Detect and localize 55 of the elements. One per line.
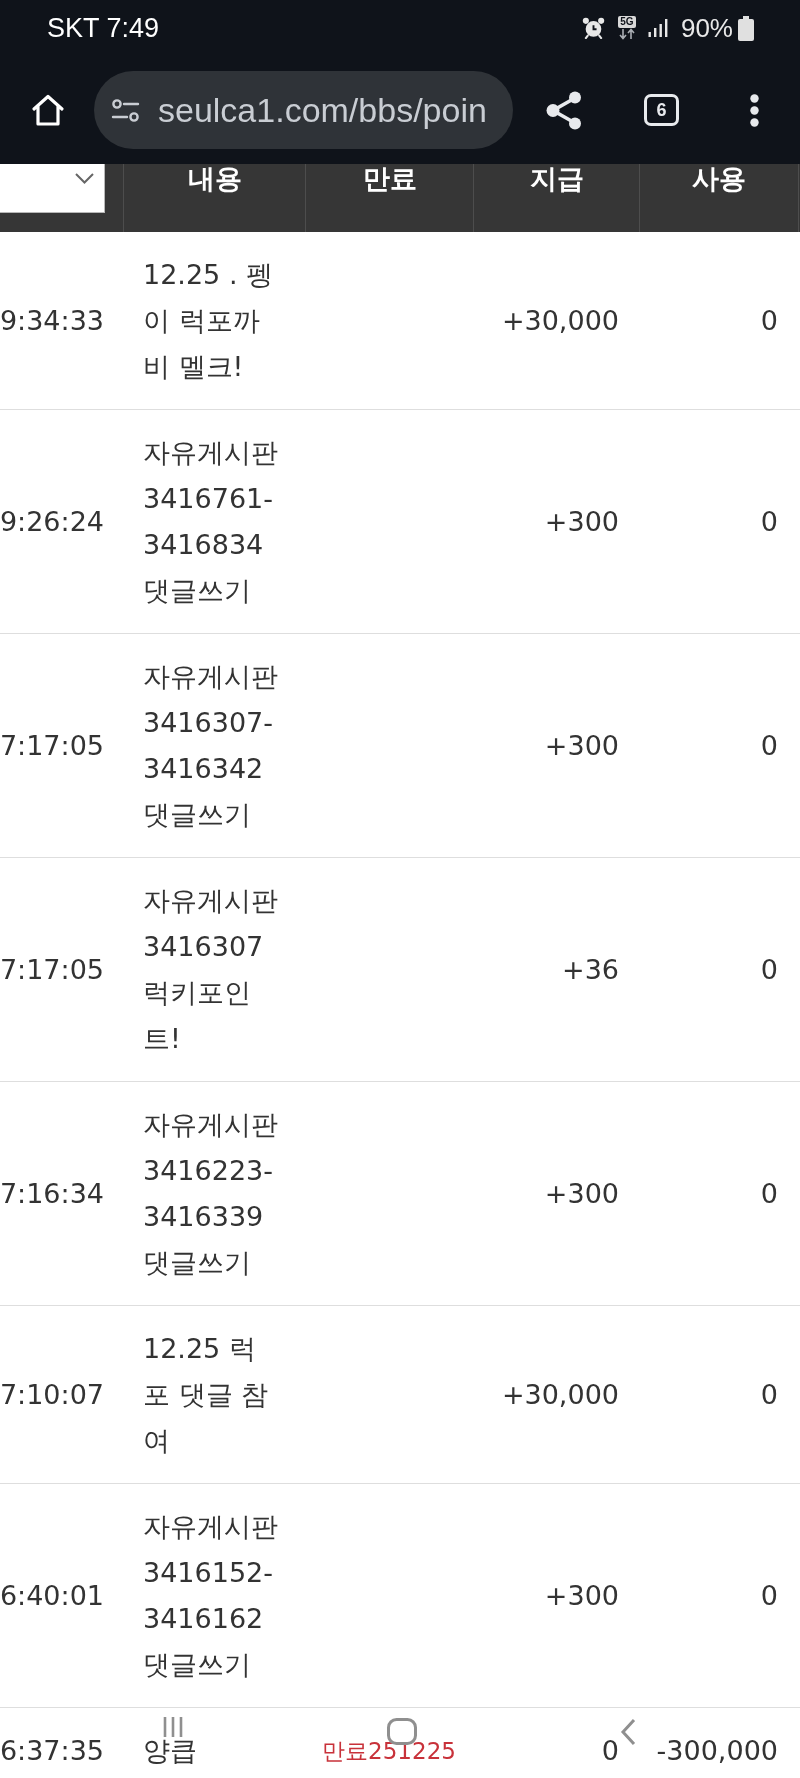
signal-strength-icon xyxy=(647,19,668,37)
expiry-cell: 만료251225 xyxy=(322,1736,456,1765)
earned-cell-text: +300 xyxy=(544,1578,619,1613)
clock-time: 7:49 xyxy=(106,12,160,44)
earned-cell-text: +36 xyxy=(562,952,619,987)
recent-apps-icon[interactable] xyxy=(163,1716,183,1738)
column-header: 사용 xyxy=(692,164,746,196)
time-cell-text: 9:34:33 xyxy=(0,303,104,338)
time-cell-text: 9:26:24 xyxy=(0,504,104,539)
column-header: 내용 xyxy=(187,164,242,196)
alarm-clock-icon xyxy=(581,17,605,39)
earned-cell-text: +300 xyxy=(544,504,619,539)
content-cell-text: 자유게시판 3416307-3416342 댓글쓰기 xyxy=(143,660,279,832)
content-cell-text: 자유게시판 3416223-3416339 댓글쓰기 xyxy=(143,1108,279,1280)
earned-cell-text: +30,000 xyxy=(501,1377,619,1412)
used-cell-text: -300,000 xyxy=(656,1733,778,1768)
time-cell-text: 7:17:05 xyxy=(0,952,104,987)
content-cell-text: 자유게시판 3416152-3416162 댓글쓰기 xyxy=(143,1510,279,1682)
time-cell-text: 7:10:07 xyxy=(0,1377,104,1412)
content-cell-text: 12.25 럭포 댓글 참여 xyxy=(143,1332,270,1458)
battery-icon xyxy=(738,15,754,41)
share-icon[interactable] xyxy=(546,90,582,130)
address-bar[interactable]: seulca1.com/bbs/poin xyxy=(94,71,513,149)
earned-cell-text: +300 xyxy=(544,728,619,763)
home-icon[interactable] xyxy=(31,93,65,127)
time-cell-text: 7:16:34 xyxy=(0,1176,104,1211)
column-header: 만료 xyxy=(362,164,417,196)
time-cell-text: 7:17:05 xyxy=(0,728,104,763)
sliders-icon[interactable] xyxy=(111,98,140,122)
used-cell-text: 0 xyxy=(760,1578,778,1613)
back-icon[interactable] xyxy=(620,1718,636,1746)
earned-cell-text: +30,000 xyxy=(501,303,619,338)
carrier-name: SKT xyxy=(47,12,100,44)
battery-percentage: 90% xyxy=(680,12,733,44)
content-cell-text: 양큽 xyxy=(143,1734,198,1768)
content-cell-text: 자유게시판 3416761-3416834 댓글쓰기 xyxy=(143,436,279,608)
more-menu-icon[interactable] xyxy=(750,93,759,127)
used-cell-text: 0 xyxy=(760,303,778,338)
earned-cell-text: +300 xyxy=(544,1176,619,1211)
time-cell-text: 6:40:01 xyxy=(0,1578,104,1613)
data-arrows-icon xyxy=(618,28,635,40)
used-cell-text: 0 xyxy=(760,952,778,987)
tab-switcher-button[interactable]: 6 xyxy=(644,94,679,126)
content-cell-text: 자유게시판 3416307 럭키포인트! xyxy=(143,884,279,1056)
earned-cell-text: 0 xyxy=(601,1733,619,1768)
chevron-down-icon xyxy=(75,173,94,184)
dropdown-field[interactable] xyxy=(0,164,105,213)
column-header: 지급 xyxy=(529,164,584,196)
time-cell-text: 6:37:35 xyxy=(0,1733,104,1768)
network-type-label: 5G xyxy=(618,16,636,28)
used-cell-text: 0 xyxy=(760,1377,778,1412)
used-cell-text: 0 xyxy=(760,504,778,539)
used-cell-text: 0 xyxy=(760,728,778,763)
used-cell-text: 0 xyxy=(760,1176,778,1211)
content-cell-text: 12.25 . 펭이 럭포까비 멜크! xyxy=(143,258,275,384)
